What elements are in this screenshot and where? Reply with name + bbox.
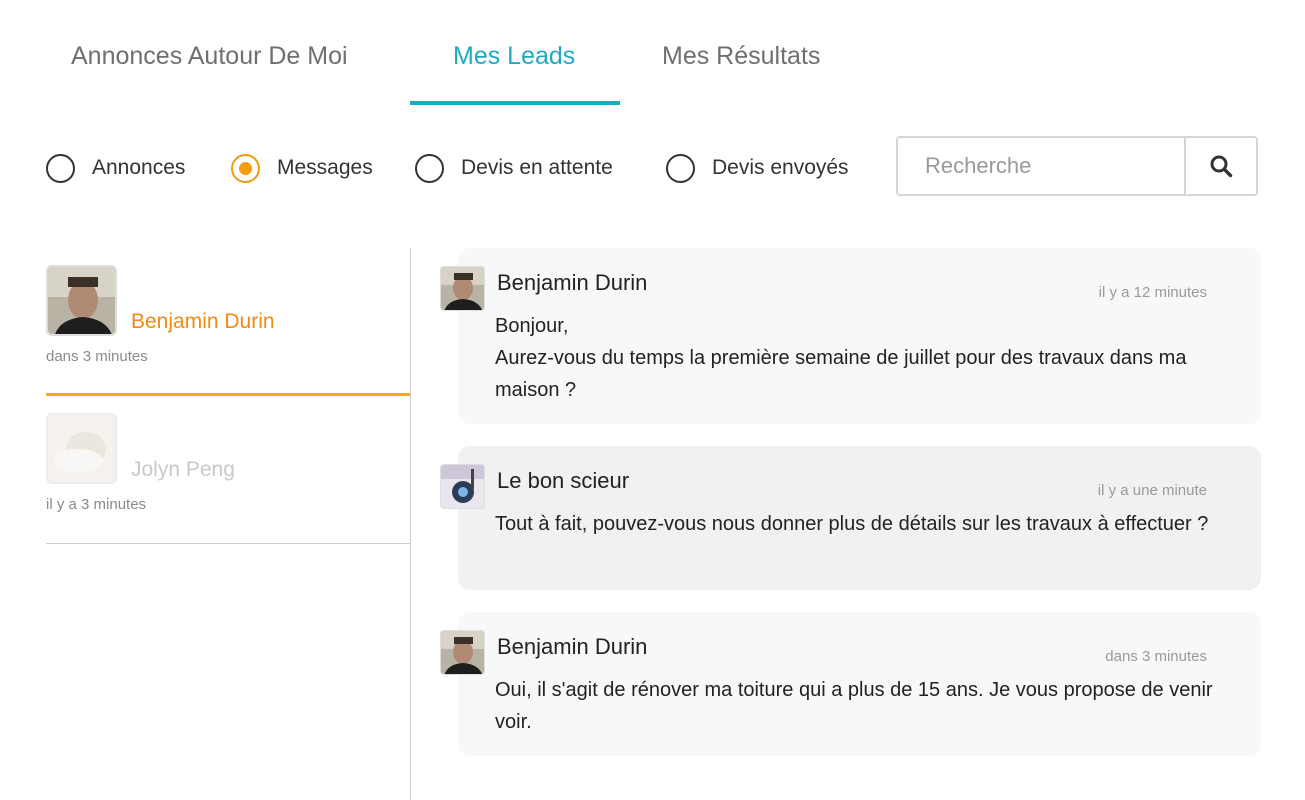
radio-devis-envoyes[interactable] bbox=[666, 153, 695, 183]
tab-mes-resultats[interactable]: Mes Résultats bbox=[662, 42, 820, 104]
search-button[interactable] bbox=[1184, 138, 1256, 194]
filter-messages[interactable]: Messages bbox=[231, 153, 373, 183]
search-input[interactable] bbox=[898, 138, 1184, 194]
filter-annonces-label: Annonces bbox=[92, 156, 186, 179]
lead-item-benjamin-durin[interactable]: Benjamin Durin dans 3 minutes bbox=[46, 248, 410, 396]
radio-messages[interactable] bbox=[231, 153, 260, 183]
filter-messages-label: Messages bbox=[277, 156, 373, 179]
message-body: Oui, il s'agit de rénover ma toiture qui… bbox=[495, 674, 1241, 738]
search-icon bbox=[1210, 155, 1233, 178]
message-body: Bonjour, Aurez-vous du temps la première… bbox=[495, 310, 1241, 406]
lead-name: Benjamin Durin bbox=[131, 310, 275, 333]
message-author: Benjamin Durin bbox=[497, 634, 648, 659]
filter-radio-group: Annonces Messages Devis en attente Devis… bbox=[0, 140, 900, 196]
avatar bbox=[440, 266, 485, 311]
message-line: Oui, il s'agit de rénover ma toiture qui… bbox=[495, 679, 1213, 733]
radio-annonces[interactable] bbox=[46, 153, 75, 183]
tab-mes-leads[interactable]: Mes Leads bbox=[453, 42, 575, 104]
message-card: Le bon scieur il y a une minute Tout à f… bbox=[440, 446, 1261, 590]
filter-devis-en-attente[interactable]: Devis en attente bbox=[415, 153, 613, 183]
message-card: Benjamin Durin il y a 12 minutes Bonjour… bbox=[440, 248, 1261, 424]
avatar bbox=[440, 464, 485, 509]
message-author: Le bon scieur bbox=[497, 468, 630, 493]
filter-devis-envoyes[interactable]: Devis envoyés bbox=[666, 153, 849, 183]
column-divider bbox=[410, 248, 411, 800]
message-time: dans 3 minutes bbox=[1105, 648, 1207, 665]
avatar bbox=[440, 630, 485, 675]
lead-name: Jolyn Peng bbox=[131, 458, 235, 481]
avatar bbox=[46, 265, 117, 336]
filter-devis-envoyes-label: Devis envoyés bbox=[712, 156, 849, 179]
message-line: Bonjour, bbox=[495, 315, 569, 337]
radio-devis-en-attente[interactable] bbox=[415, 153, 444, 183]
message-author: Benjamin Durin bbox=[497, 270, 648, 295]
search-box bbox=[896, 136, 1258, 196]
lead-item-jolyn-peng[interactable]: Jolyn Peng il y a 3 minutes bbox=[46, 396, 410, 544]
message-card: Benjamin Durin dans 3 minutes Oui, il s'… bbox=[440, 612, 1261, 756]
filter-annonces[interactable]: Annonces bbox=[46, 153, 185, 183]
message-time: il y a une minute bbox=[1097, 482, 1207, 499]
lead-time: dans 3 minutes bbox=[46, 348, 148, 365]
message-body: Tout à fait, pouvez-vous nous donner plu… bbox=[495, 508, 1241, 540]
tab-annonces-autour-de-moi[interactable]: Annonces Autour De Moi bbox=[71, 42, 348, 104]
message-time: il y a 12 minutes bbox=[1098, 284, 1207, 301]
message-line: Aurez-vous du temps la première semaine … bbox=[495, 347, 1187, 401]
active-tab-indicator bbox=[410, 101, 620, 105]
lead-time: il y a 3 minutes bbox=[46, 496, 147, 513]
lead-list: Benjamin Durin dans 3 minutes Jolyn Peng… bbox=[46, 248, 410, 544]
message-line: Tout à fait, pouvez-vous nous donner plu… bbox=[495, 513, 1209, 535]
avatar bbox=[46, 413, 117, 484]
page: Annonces Autour De Moi Mes Leads Mes Rés… bbox=[0, 0, 1305, 800]
filter-devis-en-attente-label: Devis en attente bbox=[461, 156, 613, 179]
tab-bar: Annonces Autour De Moi Mes Leads Mes Rés… bbox=[0, 0, 900, 105]
